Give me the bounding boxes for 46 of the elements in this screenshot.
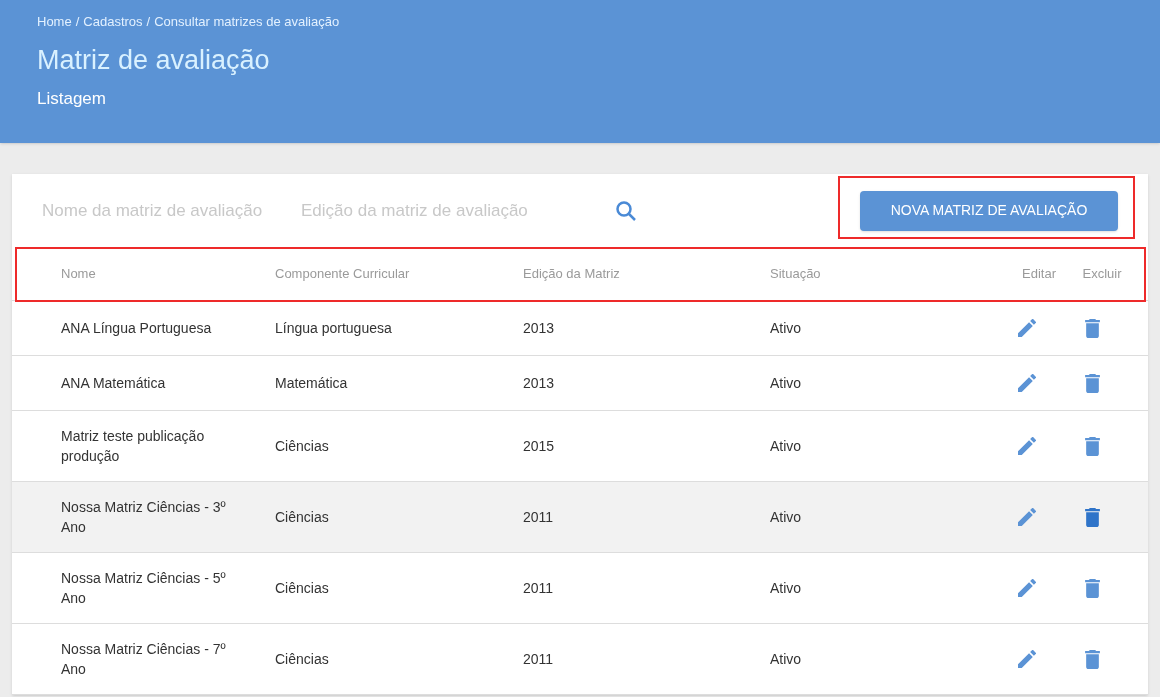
table-row[interactable]: ANA Matemática Matemática 2013 Ativo (12, 356, 1148, 411)
table-row[interactable]: ANA Língua Portuguesa Língua portuguesa 2013 Ativo (12, 301, 1148, 356)
column-header: Situação (770, 264, 822, 283)
table-cell-text: Ativo (770, 436, 803, 456)
table-cell-text: Ativo (770, 373, 803, 393)
table-cell-text: Língua portuguesa (275, 318, 393, 338)
page-title: Matriz de avaliação (37, 43, 271, 76)
table-cell-text: 2013 (523, 373, 556, 393)
table-cell-text: Matriz teste publicação produção (61, 427, 206, 466)
page-subtitle: Listagem (37, 87, 107, 110)
table-cell-text: 2013 (523, 318, 556, 338)
pencil-icon (1018, 437, 1036, 455)
table-cell-text: Nossa Matriz Ciências - 7º Ano (61, 640, 227, 679)
table-cell-text: 2011 (523, 578, 555, 598)
column-header: Editar (1021, 264, 1056, 283)
table-cell-text: 2011 (523, 507, 555, 527)
table-row[interactable]: Nossa Matriz Ciências - 5º Ano Ciências 2011 Ativo (12, 553, 1148, 624)
table-cell-text: Ativo (770, 507, 803, 527)
search-icon (614, 198, 638, 223)
column-header: Nome (61, 264, 97, 283)
table-cell-text: Ativo (770, 318, 803, 338)
column-header: Edição da Matriz (523, 264, 621, 283)
breadcrumb-separator: / (74, 13, 81, 31)
pencil-icon (1018, 579, 1036, 597)
table-cell-text: Ciências (275, 649, 330, 669)
column-header: Excluir (1081, 264, 1123, 283)
table-cell-text: Ciências (275, 578, 330, 598)
table-row[interactable]: Nossa Matriz Ciências - 7º Ano Ciências 2011 Ativo (12, 624, 1148, 695)
table-cell-text: 2015 (523, 436, 556, 456)
pencil-icon (1018, 508, 1036, 526)
table-cell-text: Ativo (770, 578, 803, 598)
table-row[interactable]: Matriz teste publicação produção Ciências 2015 Ativo (12, 411, 1148, 482)
table-cell-text: Matemática (275, 373, 349, 393)
pencil-icon (1018, 319, 1036, 337)
pencil-icon (1018, 374, 1036, 392)
table-cell-text: Ciências (275, 507, 330, 527)
table-cell-text: Ciências (275, 436, 330, 456)
table-cell-text: ANA Língua Portuguesa (61, 319, 213, 338)
table-cell-text: Ativo (770, 649, 803, 669)
breadcrumb-separator: / (145, 13, 152, 31)
table-cell-text: Nossa Matriz Ciências - 3º Ano (61, 498, 227, 537)
table-cell-text: ANA Matemática (61, 374, 167, 393)
column-header: Componente Curricular (275, 264, 411, 283)
table-cell-text: 2011 (523, 649, 555, 669)
pencil-icon (1018, 650, 1036, 668)
table-cell-text: Nossa Matriz Ciências - 5º Ano (61, 569, 227, 608)
